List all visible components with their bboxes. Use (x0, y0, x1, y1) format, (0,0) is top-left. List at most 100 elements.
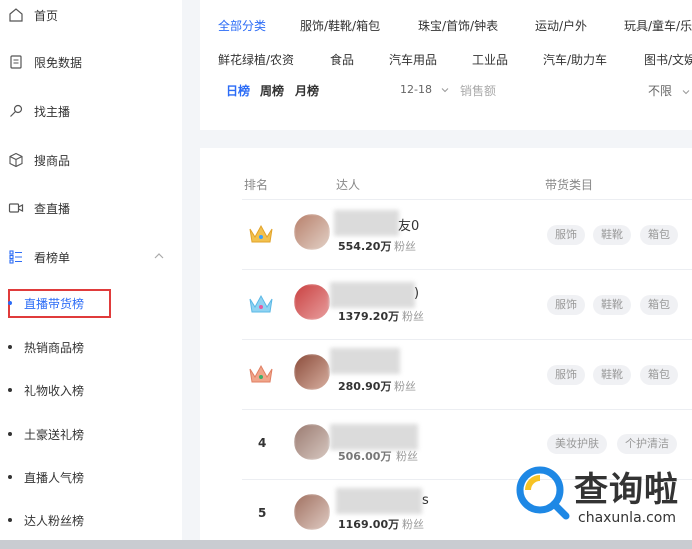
gold-crown-icon (249, 224, 273, 243)
list-icon (8, 249, 24, 265)
fans-count: 554.20万 (338, 240, 392, 253)
tag-chip: 箱包 (640, 295, 678, 315)
tag-chip: 个护清洁 (617, 434, 677, 454)
sidebar-item-label: 找主播 (34, 104, 71, 119)
fans-label: 粉丝 (394, 380, 416, 393)
talent-name[interactable]: s (422, 493, 429, 508)
talent-name[interactable]: ) (414, 286, 419, 301)
watermark-text: 查询啦 (574, 470, 679, 510)
name-blurred (330, 424, 418, 450)
name-blurred (334, 210, 399, 236)
name-blurred (336, 488, 422, 514)
rank-number: 5 (258, 506, 267, 520)
sub-item-live-popularity[interactable]: 直播人气榜 (8, 467, 84, 487)
row-divider (242, 409, 692, 410)
tab-daily[interactable]: 日榜 (226, 82, 250, 99)
row-divider (242, 199, 692, 200)
sub-item-label: 直播带货榜 (24, 296, 85, 311)
sidebar-item-search-product[interactable]: 搜商品 (8, 147, 70, 173)
magnifier-logo-icon (516, 466, 570, 520)
sidebar-item-check-live[interactable]: 查直播 (8, 195, 70, 221)
category-flowers[interactable]: 鲜花绿植/农资 (218, 51, 294, 68)
watermark-domain: chaxunla.com (578, 510, 676, 526)
sub-item-label: 土豪送礼榜 (24, 427, 85, 442)
sub-item-big-spender[interactable]: 土豪送礼榜 (8, 424, 84, 444)
tag-chip: 服饰 (547, 365, 585, 385)
bullet-icon (8, 432, 12, 436)
horizontal-scrollbar[interactable] (0, 540, 692, 549)
tag-chip: 鞋靴 (593, 365, 631, 385)
bullet-icon (8, 475, 12, 479)
avatar[interactable] (294, 284, 330, 320)
date-value: 12-18 (400, 83, 432, 96)
avatar[interactable] (294, 214, 330, 250)
sub-item-label: 礼物收入榜 (24, 383, 85, 398)
sidebar-item-label: 看榜单 (34, 250, 71, 265)
talent-name[interactable]: 友0 (398, 215, 419, 234)
rank-number: 4 (258, 436, 267, 450)
category-all[interactable]: 全部分类 (218, 17, 266, 34)
sidebar: 首页 限免数据 找主播 搜商品 查直播 看榜单 直播带货榜 热销商品榜 礼物收入… (0, 0, 182, 540)
avatar[interactable] (294, 354, 330, 390)
avatar[interactable] (294, 424, 330, 460)
sub-item-label: 达人粉丝榜 (24, 513, 85, 528)
fans-count: 506.00万 (338, 450, 392, 463)
sub-item-gift-income[interactable]: 礼物收入榜 (8, 380, 84, 400)
limit-select[interactable]: 不限 (648, 82, 690, 99)
tag-chip: 箱包 (640, 365, 678, 385)
fans-count: 1379.20万 (338, 310, 400, 323)
sidebar-item-label: 搜商品 (34, 153, 71, 168)
fans-label: 粉丝 (396, 450, 418, 463)
fans-count: 280.90万 (338, 380, 392, 393)
row-divider (242, 339, 692, 340)
sidebar-item-home[interactable]: 首页 (8, 2, 58, 28)
fans-label: 粉丝 (394, 240, 416, 253)
fans-label: 粉丝 (402, 518, 424, 531)
avatar[interactable] (294, 494, 330, 530)
chevron-up-icon[interactable] (154, 251, 164, 261)
tag-chip: 鞋靴 (593, 225, 631, 245)
fans-label: 粉丝 (402, 310, 424, 323)
chevron-down-icon (442, 88, 449, 93)
sub-item-hot-products[interactable]: 热销商品榜 (8, 337, 84, 357)
sales-filter-input[interactable]: 销售额 (460, 82, 496, 99)
sidebar-item-label: 查直播 (34, 201, 71, 216)
category-vehicles[interactable]: 汽车/助力车 (543, 51, 607, 68)
tag-chip: 服饰 (547, 225, 585, 245)
home-icon (8, 7, 24, 23)
category-toys[interactable]: 玩具/童车/乐 (624, 17, 692, 34)
blue-crown-icon (249, 294, 273, 313)
name-blurred (330, 348, 400, 374)
cube-icon (8, 152, 24, 168)
chevron-down-icon (682, 89, 690, 94)
category-auto-supplies[interactable]: 汽车用品 (389, 51, 437, 68)
tab-weekly[interactable]: 周榜 (260, 82, 284, 99)
sidebar-item-find-host[interactable]: 找主播 (8, 98, 70, 124)
row-divider (242, 269, 692, 270)
sidebar-item-label: 限免数据 (34, 55, 83, 70)
category-apparel[interactable]: 服饰/鞋靴/箱包 (300, 17, 380, 34)
sidebar-item-free-data[interactable]: 限免数据 (8, 49, 82, 75)
header-category: 带货类目 (545, 178, 594, 192)
clipboard-icon (8, 54, 24, 70)
category-books[interactable]: 图书/文娱 (644, 51, 692, 68)
tab-monthly[interactable]: 月榜 (295, 82, 319, 99)
category-sports[interactable]: 运动/户外 (535, 17, 587, 34)
video-icon (8, 200, 24, 216)
category-food[interactable]: 食品 (330, 51, 354, 68)
bullet-icon (8, 301, 12, 305)
key-icon (8, 103, 24, 119)
sub-item-live-sales[interactable]: 直播带货榜 (8, 293, 84, 313)
bullet-icon (8, 388, 12, 392)
fans-count: 1169.00万 (338, 518, 400, 531)
tag-chip: 美妆护肤 (547, 434, 607, 454)
bullet-icon (8, 345, 12, 349)
category-industrial[interactable]: 工业品 (472, 51, 508, 68)
header-rank: 排名 (244, 178, 269, 192)
category-jewelry[interactable]: 珠宝/首饰/钟表 (418, 17, 498, 34)
sub-item-talent-fans[interactable]: 达人粉丝榜 (8, 510, 84, 530)
sidebar-item-rankings[interactable]: 看榜单 (8, 244, 70, 270)
tag-chip: 箱包 (640, 225, 678, 245)
sub-item-label: 热销商品榜 (24, 340, 85, 355)
date-select[interactable]: 12-18 (400, 83, 449, 96)
